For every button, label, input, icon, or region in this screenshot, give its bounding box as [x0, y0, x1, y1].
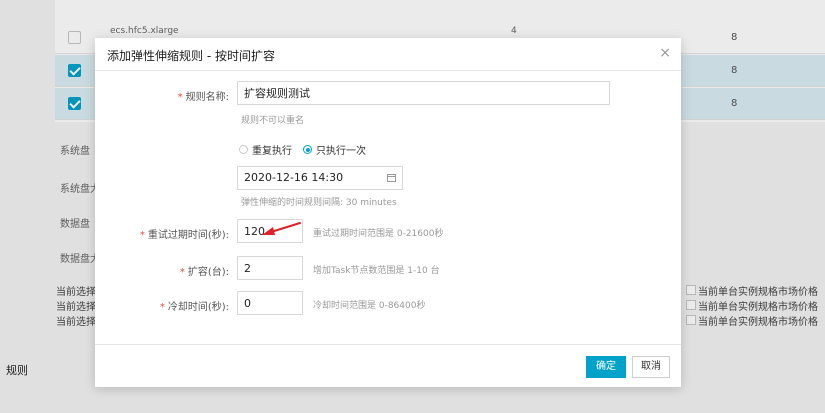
arrow-head [262, 227, 275, 235]
red-arrow-annotation [262, 222, 301, 235]
arrow-shaft [270, 222, 301, 233]
